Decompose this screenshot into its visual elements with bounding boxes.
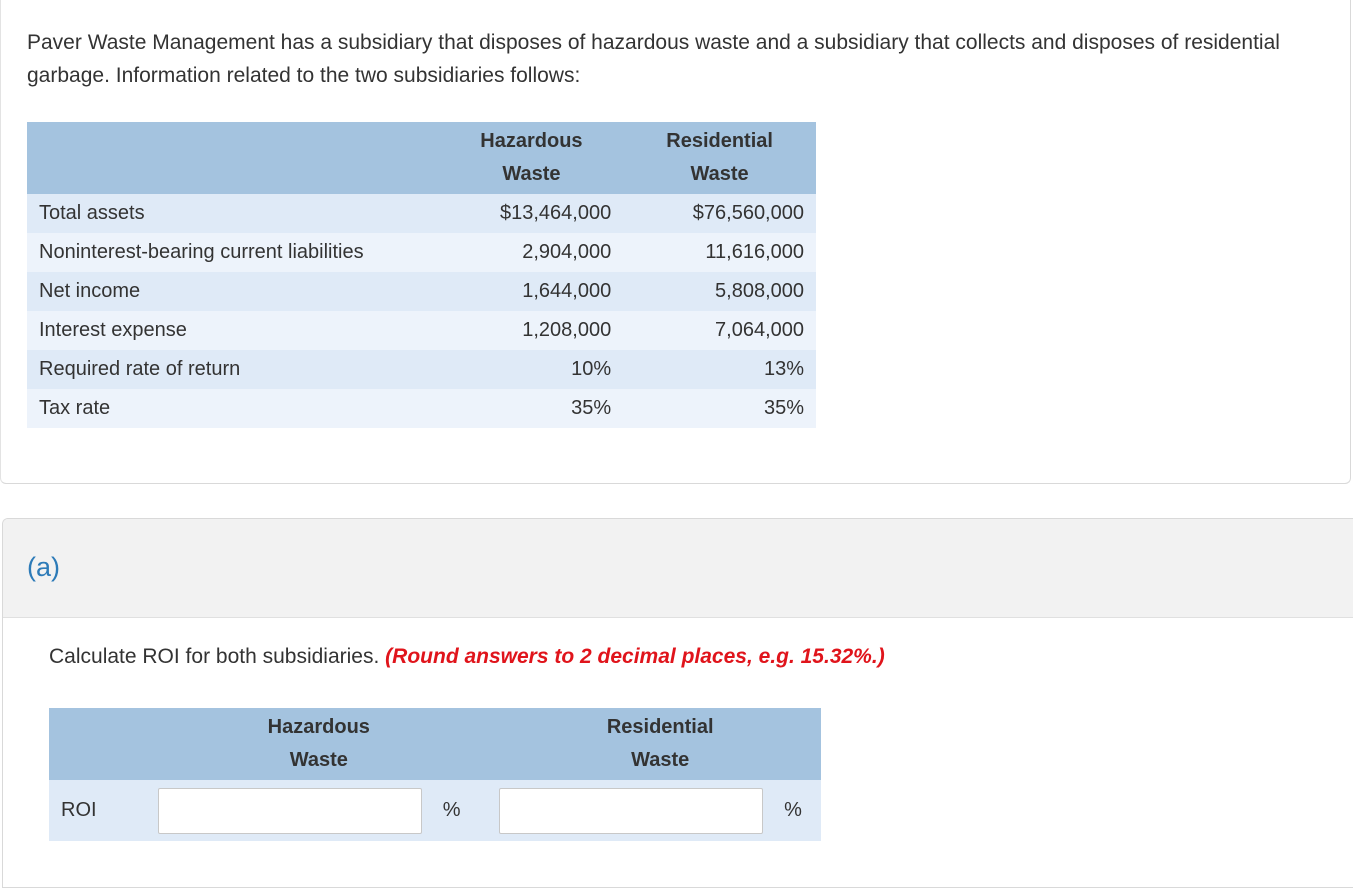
row-label: Noninterest-bearing current liabilities (27, 233, 440, 272)
residential-input-cell (499, 780, 766, 841)
header-residential-line1: Residential (666, 130, 773, 152)
data-table-header: Hazardous Waste Residential Waste (27, 122, 816, 194)
header-residential-line2: Waste (690, 163, 749, 185)
residential-value: 13% (623, 350, 816, 389)
table-row: Interest expense 1,208,000 7,064,000 (27, 311, 816, 350)
hazardous-input-cell (158, 780, 424, 841)
part-label: (a) (27, 552, 60, 582)
table-row: Tax rate 35% 35% (27, 389, 816, 428)
roi-row: ROI % % (49, 780, 821, 841)
row-label: Tax rate (27, 389, 440, 428)
problem-card: Paver Waste Management has a subsidiary … (0, 0, 1351, 484)
rounding-note: (Round answers to 2 decimal places, e.g.… (385, 645, 885, 668)
hazardous-value: 1,208,000 (439, 311, 624, 350)
header-blank (27, 122, 440, 194)
answer-table-header: Hazardous Waste Residential Waste (49, 708, 821, 780)
instruction-main: Calculate ROI for both subsidiaries. (49, 645, 380, 668)
percent-sign: % (423, 780, 480, 841)
hazardous-value: 10% (439, 350, 624, 389)
header-hazardous-line1: Hazardous (480, 130, 583, 152)
row-label: Net income (27, 272, 440, 311)
residential-value: $76,560,000 (623, 194, 816, 233)
percent-sign: % (765, 780, 821, 841)
problem-intro: Paver Waste Management has a subsidiary … (27, 31, 1280, 87)
answer-header-hazardous-line2: Waste (289, 749, 348, 771)
answer-header-residential: Residential Waste (499, 708, 821, 780)
answer-header-hazardous-line1: Hazardous (267, 716, 370, 738)
instruction-text: Calculate ROI for both subsidiaries. (Ro… (49, 645, 885, 669)
table-row: Net income 1,644,000 5,808,000 (27, 272, 816, 311)
part-header: (a) (3, 519, 1353, 618)
question-part-card: (a) Calculate ROI for both subsidiaries.… (2, 518, 1353, 888)
row-label: Total assets (27, 194, 440, 233)
hazardous-value: $13,464,000 (439, 194, 624, 233)
header-residential: Residential Waste (623, 122, 816, 194)
roi-answer-table: Hazardous Waste Residential Waste ROI % (49, 708, 821, 841)
row-label: Interest expense (27, 311, 440, 350)
hazardous-value: 35% (439, 389, 624, 428)
answer-header-gap (479, 708, 500, 780)
residential-value: 11,616,000 (623, 233, 816, 272)
row-label: Required rate of return (27, 350, 440, 389)
header-hazardous: Hazardous Waste (439, 122, 624, 194)
answer-gap-cell (479, 780, 500, 841)
table-row: Required rate of return 10% 13% (27, 350, 816, 389)
answer-header-residential-line2: Waste (631, 749, 690, 771)
subsidiary-data-table: Hazardous Waste Residential Waste Total … (27, 122, 816, 428)
residential-value: 5,808,000 (623, 272, 816, 311)
table-row: Noninterest-bearing current liabilities … (27, 233, 816, 272)
residential-roi-input[interactable] (499, 787, 764, 834)
answer-header-hazardous: Hazardous Waste (158, 708, 480, 780)
roi-label: ROI (49, 780, 158, 841)
answer-header-blank (49, 708, 158, 780)
hazardous-value: 2,904,000 (439, 233, 624, 272)
hazardous-roi-input[interactable] (158, 787, 422, 834)
table-row: Total assets $13,464,000 $76,560,000 (27, 194, 816, 233)
answer-header-residential-line1: Residential (606, 716, 714, 738)
residential-value: 35% (623, 389, 816, 428)
header-hazardous-line2: Waste (502, 163, 561, 185)
hazardous-value: 1,644,000 (439, 272, 624, 311)
residential-value: 7,064,000 (623, 311, 816, 350)
